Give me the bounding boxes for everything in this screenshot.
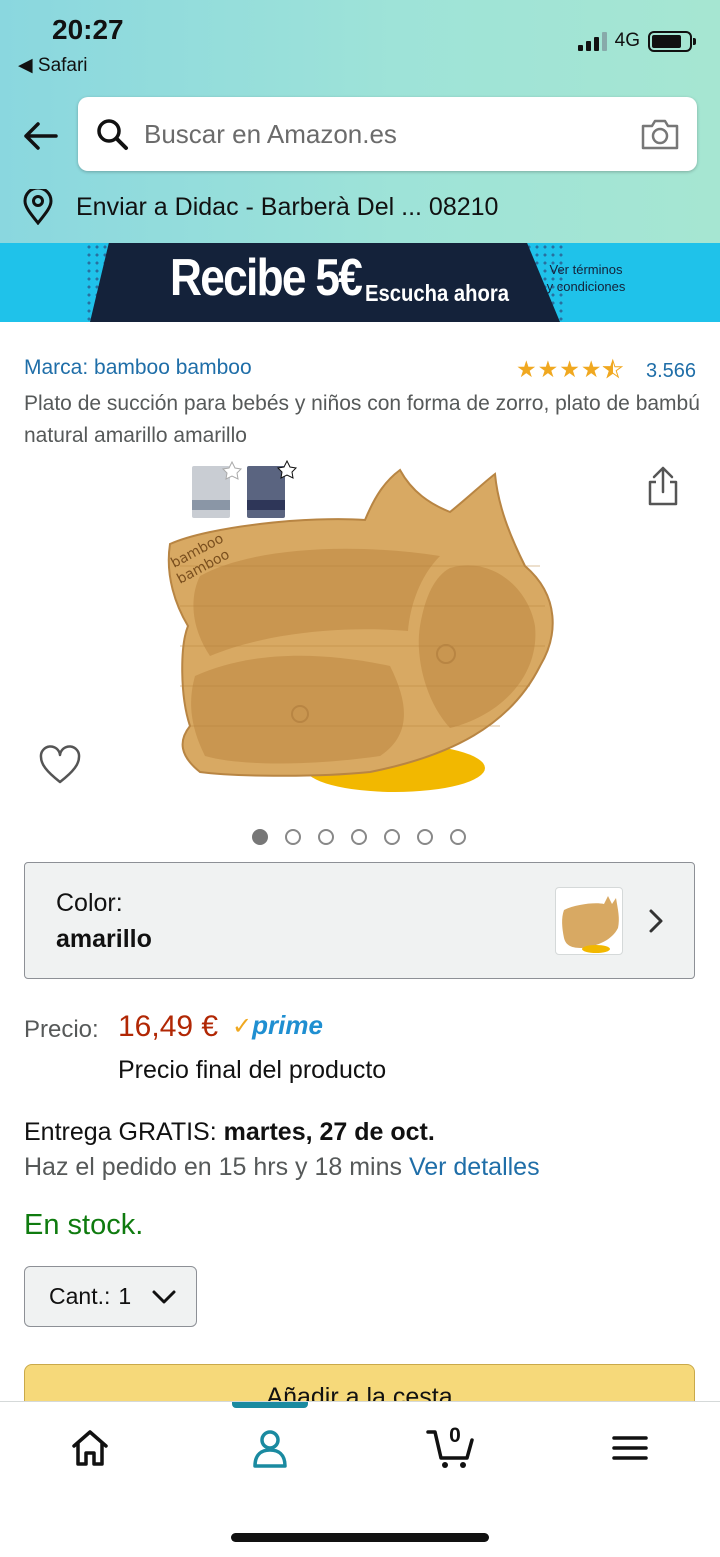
color-label: Color: xyxy=(56,889,123,917)
color-selector[interactable]: Color: amarillo xyxy=(24,862,695,979)
prime-check-icon: ✓ xyxy=(232,1013,253,1040)
battery-icon xyxy=(648,30,696,52)
active-tab-indicator xyxy=(232,1402,308,1408)
banner-terms[interactable]: Ver términos y condiciones xyxy=(546,261,626,295)
star-rating[interactable]: ★ ★ ★ ★ ★ xyxy=(516,356,624,382)
order-deadline-text: Haz el pedido en 15 hrs y 18 mins xyxy=(24,1153,409,1181)
delivery-date: martes, 27 de oct. xyxy=(223,1118,435,1146)
carousel-dot[interactable] xyxy=(384,829,400,845)
chevron-down-icon xyxy=(152,1290,176,1303)
search-bar[interactable] xyxy=(78,97,697,171)
star-icon: ★ xyxy=(516,356,537,382)
search-input[interactable] xyxy=(144,118,639,150)
search-icon xyxy=(97,119,128,150)
rating-count[interactable]: 3.566 xyxy=(646,360,696,383)
banner-headline: Recibe 5€ xyxy=(170,249,363,307)
star-icon: ★ xyxy=(559,356,580,382)
share-icon[interactable] xyxy=(644,464,682,508)
banner-subline: Escucha ahora xyxy=(365,280,510,306)
quantity-select[interactable]: Cant.: 1 xyxy=(24,1266,197,1327)
home-indicator xyxy=(231,1533,489,1542)
brand-link[interactable]: Marca: bamboo bamboo xyxy=(24,356,252,380)
prime-badge: ✓ prime xyxy=(232,1010,323,1041)
delivery-location-text: Enviar a Didac - Barberà Del ... 08210 xyxy=(76,192,499,221)
status-indicators: 4G xyxy=(577,30,696,52)
stock-status: En stock. xyxy=(24,1209,144,1241)
chevron-right-icon xyxy=(649,909,663,933)
prime-label: prime xyxy=(252,1010,323,1040)
back-arrow-icon[interactable] xyxy=(20,116,60,156)
star-icon: ★ xyxy=(537,356,559,382)
location-pin-icon xyxy=(23,189,53,225)
star-icon: ★ xyxy=(580,356,602,382)
delivery-info: Entrega GRATIS: martes, 27 de oct. xyxy=(24,1118,435,1147)
price-label: Precio: xyxy=(24,1016,99,1043)
price-note: Precio final del producto xyxy=(118,1056,387,1084)
account-icon[interactable] xyxy=(248,1426,292,1470)
carousel-dot[interactable] xyxy=(318,829,334,845)
back-to-safari-link[interactable]: ◀ Safari xyxy=(18,54,88,77)
color-value: amarillo xyxy=(56,925,152,953)
quantity-label: Cant.: xyxy=(49,1283,111,1309)
quantity-value: 1 xyxy=(118,1283,132,1309)
home-icon[interactable] xyxy=(68,1426,112,1470)
carousel-dot[interactable] xyxy=(351,829,367,845)
app-header: 20:27 ◀ Safari 4G Enviar a Didac - Barbe… xyxy=(0,0,720,243)
product-image[interactable]: bamboo bamboo xyxy=(150,456,570,801)
cart-count: 0 xyxy=(449,1424,461,1447)
award-badge-icon xyxy=(247,459,298,518)
camera-icon[interactable] xyxy=(639,116,681,152)
network-label: 4G xyxy=(614,30,640,51)
status-time: 20:27 xyxy=(52,14,124,45)
carousel-dot[interactable] xyxy=(252,829,268,845)
order-deadline: Haz el pedido en 15 hrs y 18 mins Ver de… xyxy=(24,1153,540,1182)
half-star-icon: ★ xyxy=(602,356,624,382)
signal-icon xyxy=(577,31,607,51)
color-thumbnail xyxy=(555,887,623,955)
menu-icon[interactable] xyxy=(608,1426,652,1470)
award-badge-icon xyxy=(192,460,243,518)
product-title: Plato de succión para bebés y niños con … xyxy=(24,392,700,447)
delivery-prefix: Entrega GRATIS: xyxy=(24,1118,224,1146)
carousel-dot[interactable] xyxy=(450,829,466,845)
carousel-dot[interactable] xyxy=(285,829,301,845)
wishlist-heart-icon[interactable] xyxy=(38,744,82,786)
delivery-location-row[interactable]: Enviar a Didac - Barberà Del ... 08210 xyxy=(0,183,720,231)
price-value: 16,49 € xyxy=(118,1010,219,1043)
carousel-dot[interactable] xyxy=(417,829,433,845)
details-link[interactable]: Ver detalles xyxy=(409,1153,540,1181)
image-carousel-dots[interactable] xyxy=(252,829,466,845)
